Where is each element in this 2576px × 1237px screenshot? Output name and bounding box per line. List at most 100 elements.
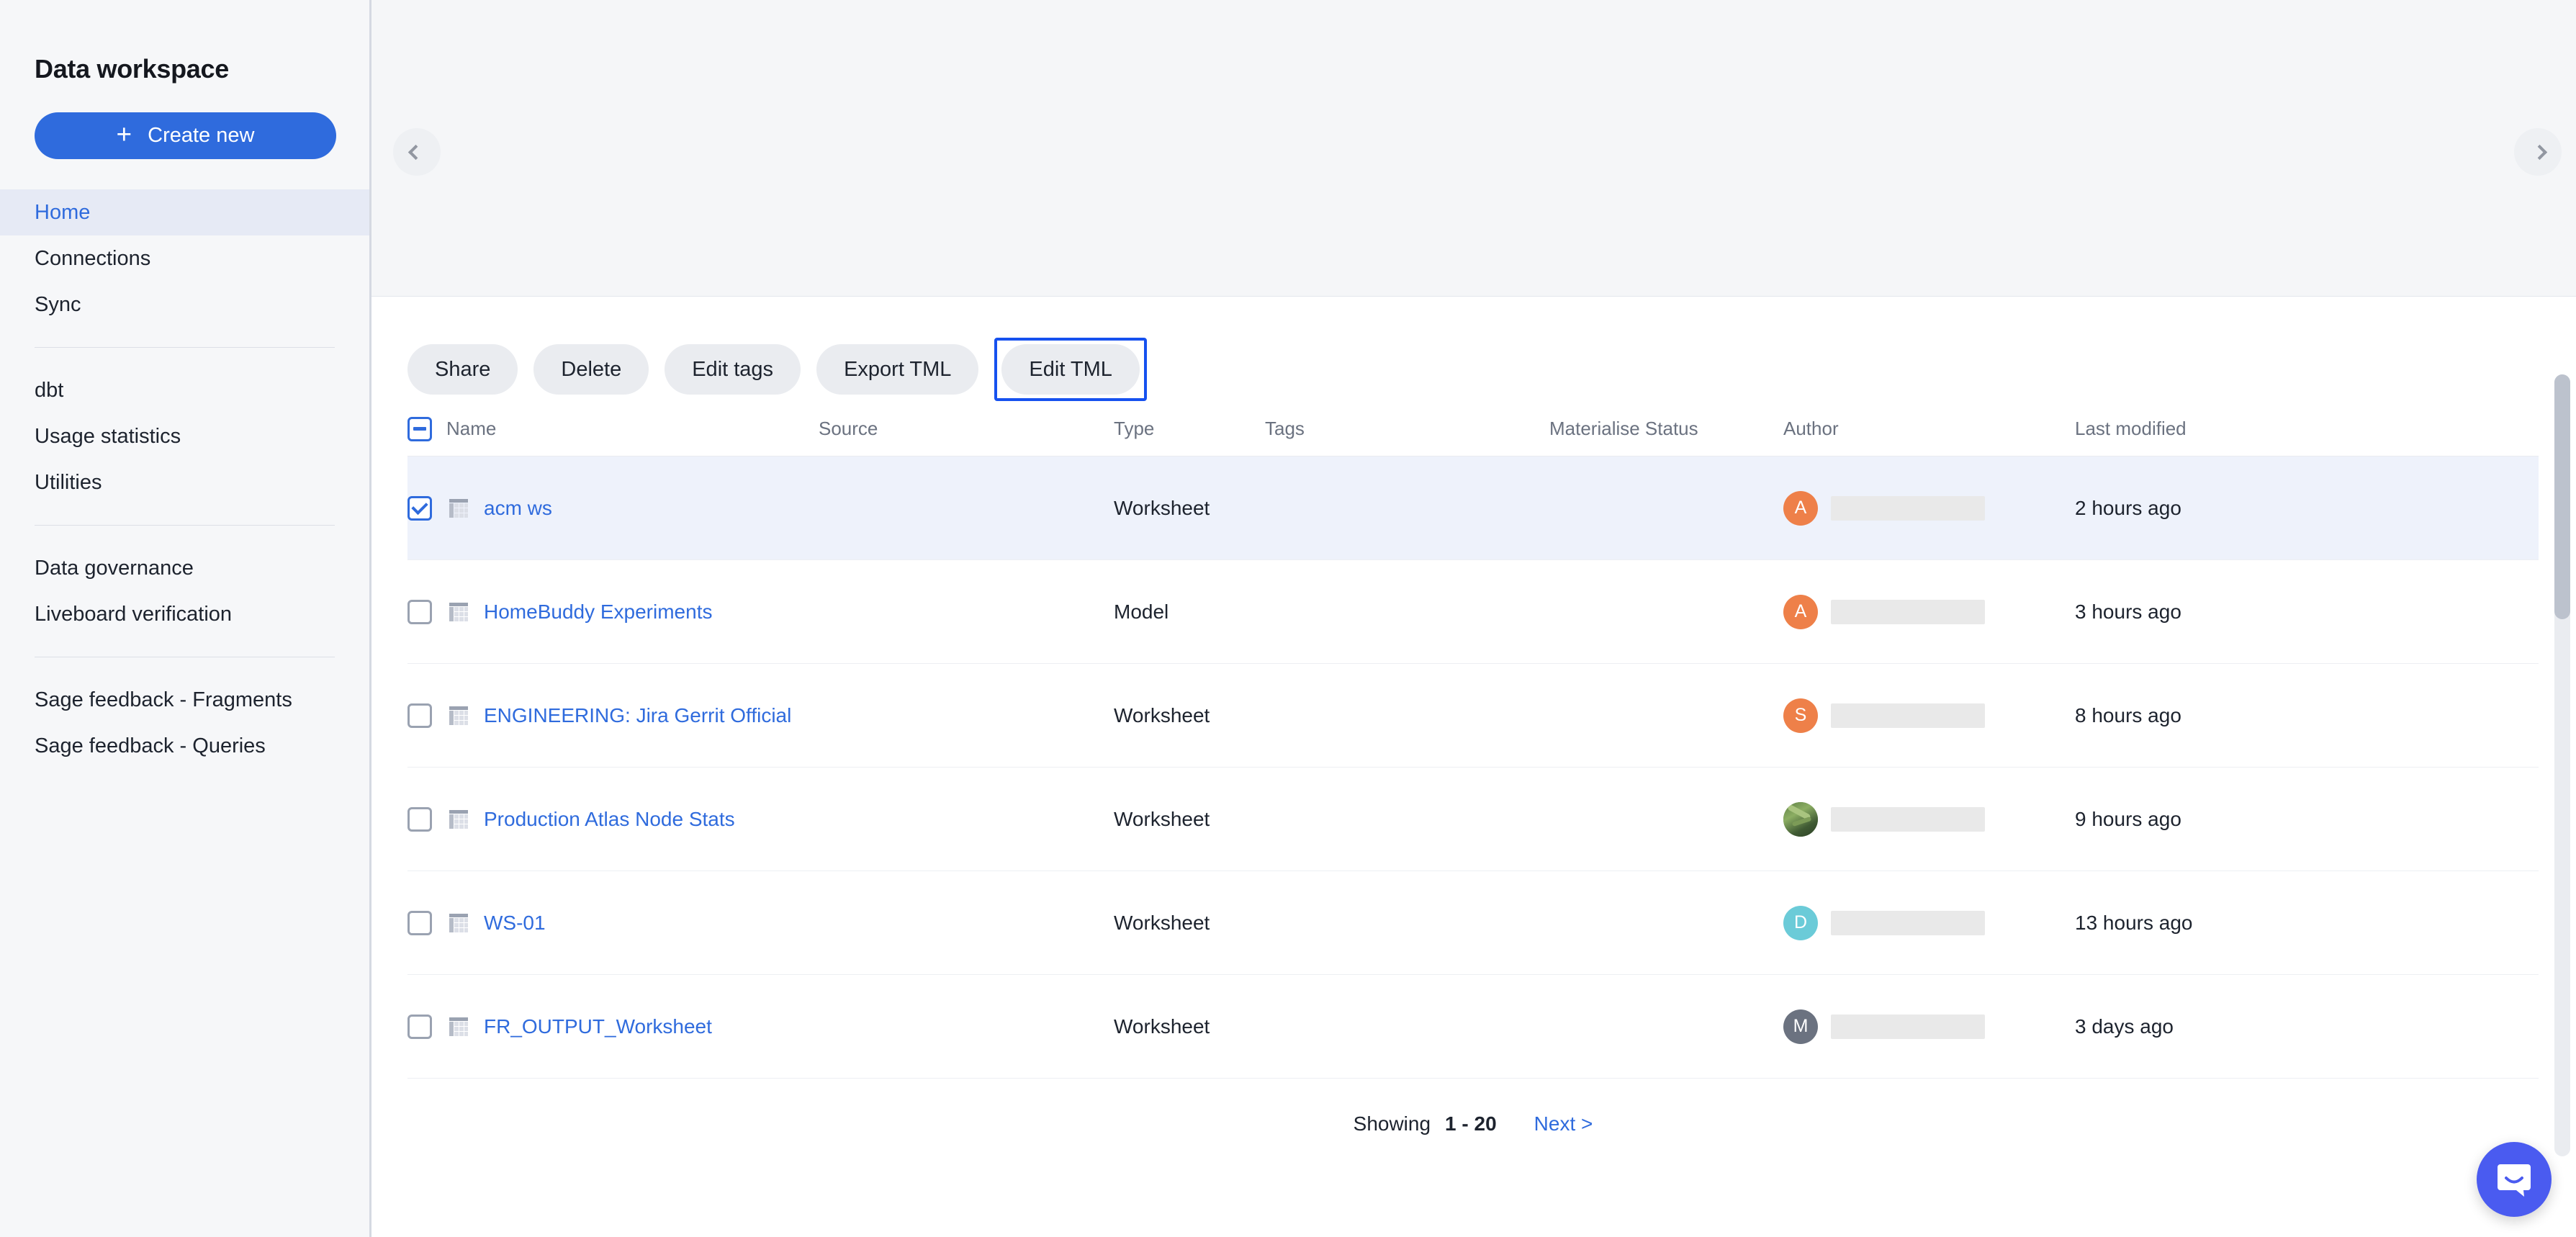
share-button[interactable]: Share bbox=[407, 344, 518, 395]
table-scrollbar-thumb[interactable] bbox=[2554, 374, 2570, 619]
avatar: D bbox=[1783, 906, 1818, 940]
row-checkbox[interactable] bbox=[407, 1015, 432, 1039]
sidebar-item-label: Sync bbox=[35, 293, 81, 317]
sidebar-item-sage-feedback-fragments[interactable]: Sage feedback - Fragments bbox=[0, 677, 369, 723]
table-scrollbar-track[interactable] bbox=[2554, 374, 2570, 1156]
row-last-modified: 2 hours ago bbox=[2075, 497, 2377, 520]
showing-label: Showing bbox=[1354, 1112, 1431, 1135]
workspace-title: Data workspace bbox=[0, 0, 369, 84]
row-select-cell bbox=[407, 600, 446, 624]
table-row[interactable]: Production Atlas Node Stats Worksheet 9 … bbox=[407, 768, 2539, 871]
chevron-left-icon[interactable] bbox=[393, 128, 441, 176]
sidebar-item-sage-feedback-queries[interactable]: Sage feedback - Queries bbox=[0, 723, 369, 769]
worksheet-grid-icon bbox=[446, 807, 471, 832]
sidebar-item-utilities[interactable]: Utilities bbox=[0, 459, 369, 505]
sidebar-item-label: Liveboard verification bbox=[35, 603, 232, 626]
table-header-row: Name Source Type Tags Materialise Status… bbox=[407, 402, 2539, 456]
object-name-link[interactable]: WS-01 bbox=[484, 912, 546, 935]
row-type: Worksheet bbox=[1114, 497, 1265, 520]
column-header-last-modified[interactable]: Last modified bbox=[2075, 418, 2377, 440]
delete-button[interactable]: Delete bbox=[533, 344, 649, 395]
edit-tml-button[interactable]: Edit TML bbox=[1001, 344, 1140, 395]
edit-tags-button-wrap: Edit tags bbox=[665, 344, 801, 395]
share-button-wrap: Share bbox=[407, 344, 518, 395]
avatar: A bbox=[1783, 595, 1818, 629]
main-content: Share Delete Edit tags Export TML Edit T… bbox=[371, 0, 2576, 1237]
sidebar-item-home[interactable]: Home bbox=[0, 189, 369, 235]
avatar: A bbox=[1783, 491, 1818, 526]
object-name-link[interactable]: Production Atlas Node Stats bbox=[484, 808, 735, 831]
object-name-link[interactable]: FR_OUTPUT_Worksheet bbox=[484, 1015, 712, 1038]
worksheet-grid-icon bbox=[446, 703, 471, 728]
chevron-right-icon[interactable] bbox=[2514, 128, 2562, 176]
featured-carousel bbox=[371, 0, 2576, 297]
table-row[interactable]: acm ws Worksheet A 2 hours ago bbox=[407, 456, 2539, 560]
column-header-source[interactable]: Source bbox=[819, 418, 1114, 440]
row-type: Model bbox=[1114, 600, 1265, 624]
column-header-type[interactable]: Type bbox=[1114, 418, 1265, 440]
pagination-footer: Showing 1 - 20 Next > bbox=[407, 1079, 2539, 1169]
nav-group-2: dbt Usage statistics Utilities bbox=[0, 367, 369, 505]
sidebar-item-label: dbt bbox=[35, 379, 63, 402]
create-new-button[interactable]: + Create new bbox=[35, 112, 336, 159]
avatar: M bbox=[1783, 1009, 1818, 1044]
select-all-checkbox[interactable] bbox=[407, 417, 432, 441]
author-name-redacted bbox=[1831, 1015, 1985, 1039]
table-row[interactable]: HomeBuddy Experiments Model A 3 hours ag… bbox=[407, 560, 2539, 664]
table-row[interactable]: FR_OUTPUT_Worksheet Worksheet M 3 days a… bbox=[407, 975, 2539, 1079]
row-name-cell: WS-01 bbox=[446, 911, 819, 935]
delete-button-wrap: Delete bbox=[533, 344, 649, 395]
sidebar-item-connections[interactable]: Connections bbox=[0, 235, 369, 282]
row-type: Worksheet bbox=[1114, 912, 1265, 935]
edit-tags-button[interactable]: Edit tags bbox=[665, 344, 801, 395]
object-name-link[interactable]: HomeBuddy Experiments bbox=[484, 600, 712, 624]
create-new-label: Create new bbox=[148, 124, 254, 148]
row-last-modified: 9 hours ago bbox=[2075, 808, 2377, 831]
worksheet-grid-icon bbox=[446, 1015, 471, 1039]
worksheet-grid-icon bbox=[446, 600, 471, 624]
nav-group-1: Home Connections Sync bbox=[0, 189, 369, 328]
objects-table: Name Source Type Tags Materialise Status… bbox=[407, 402, 2576, 1079]
worksheet-grid-icon bbox=[446, 496, 471, 521]
row-name-cell: FR_OUTPUT_Worksheet bbox=[446, 1015, 819, 1039]
row-last-modified: 3 days ago bbox=[2075, 1015, 2377, 1038]
sidebar-nav: Home Connections Sync dbt Usage statisti… bbox=[0, 189, 369, 769]
row-name-cell: ENGINEERING: Jira Gerrit Official bbox=[446, 703, 819, 728]
table-row[interactable]: ENGINEERING: Jira Gerrit Official Worksh… bbox=[407, 664, 2539, 768]
nav-divider-1 bbox=[35, 347, 335, 348]
row-author-cell: S bbox=[1783, 698, 2075, 733]
sidebar-item-label: Utilities bbox=[35, 471, 102, 495]
showing-range: 1 - 20 bbox=[1445, 1112, 1497, 1135]
sidebar-item-usage-statistics[interactable]: Usage statistics bbox=[0, 413, 369, 459]
row-type: Worksheet bbox=[1114, 808, 1265, 831]
sidebar-item-data-governance[interactable]: Data governance bbox=[0, 545, 369, 591]
row-author-cell: A bbox=[1783, 595, 2075, 629]
column-header-name[interactable]: Name bbox=[446, 418, 819, 440]
sidebar-item-sync[interactable]: Sync bbox=[0, 282, 369, 328]
row-select-cell bbox=[407, 911, 446, 935]
column-header-author[interactable]: Author bbox=[1783, 418, 2075, 440]
row-author-cell: M bbox=[1783, 1009, 2075, 1044]
row-checkbox[interactable] bbox=[407, 600, 432, 624]
table-row[interactable]: WS-01 Worksheet D 13 hours ago bbox=[407, 871, 2539, 975]
sidebar-item-label: Sage feedback - Queries bbox=[35, 734, 266, 758]
sidebar-item-dbt[interactable]: dbt bbox=[0, 367, 369, 413]
sidebar-item-liveboard-verification[interactable]: Liveboard verification bbox=[0, 591, 369, 637]
row-type: Worksheet bbox=[1114, 704, 1265, 727]
row-checkbox[interactable] bbox=[407, 807, 432, 832]
worksheet-grid-icon bbox=[446, 911, 471, 935]
row-checkbox[interactable] bbox=[407, 703, 432, 728]
avatar: S bbox=[1783, 698, 1818, 733]
row-checkbox[interactable] bbox=[407, 496, 432, 521]
chat-bubble-smile-icon[interactable] bbox=[2477, 1142, 2552, 1217]
object-name-link[interactable]: acm ws bbox=[484, 497, 552, 520]
row-checkbox[interactable] bbox=[407, 911, 432, 935]
next-page-link[interactable]: Next > bbox=[1534, 1112, 1593, 1135]
column-header-materialise-status[interactable]: Materialise Status bbox=[1549, 418, 1783, 440]
nav-group-3: Data governance Liveboard verification bbox=[0, 545, 369, 637]
object-name-link[interactable]: ENGINEERING: Jira Gerrit Official bbox=[484, 704, 791, 727]
export-tml-button[interactable]: Export TML bbox=[816, 344, 978, 395]
export-tml-button-wrap: Export TML bbox=[816, 344, 978, 395]
column-header-tags[interactable]: Tags bbox=[1265, 418, 1549, 440]
row-author-cell: D bbox=[1783, 906, 2075, 940]
